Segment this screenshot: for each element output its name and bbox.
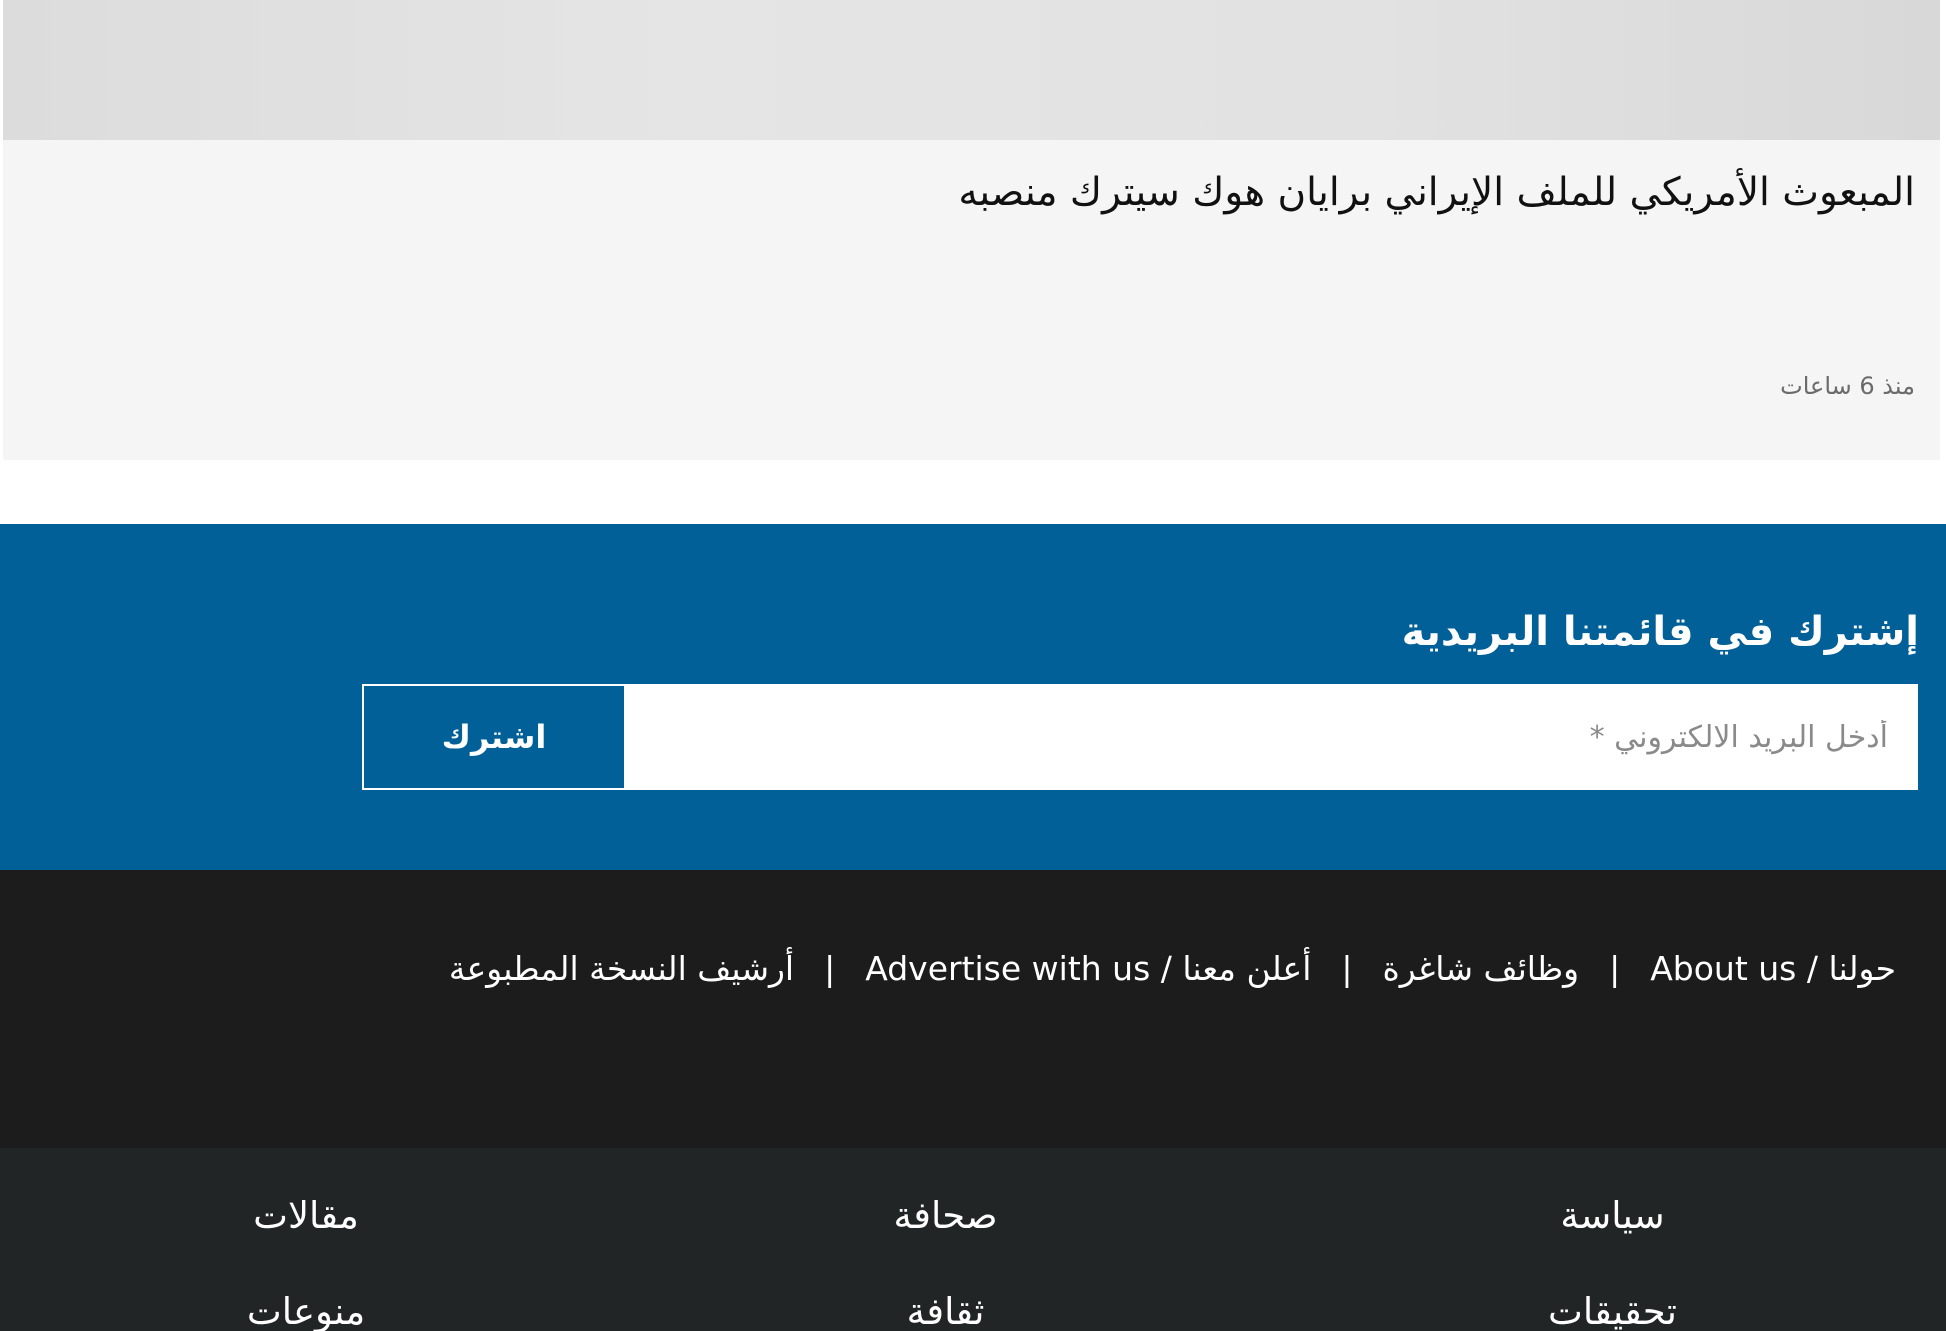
article-title[interactable]: المبعوث الأمريكي للملف الإيراني برايان ه… — [65, 168, 1915, 218]
article-timestamp: منذ 6 ساعات — [1780, 372, 1915, 400]
newsletter-title: إشترك في قائمتنا البريدية — [1401, 609, 1919, 655]
category-miscellaneous[interactable]: منوعات — [0, 1286, 612, 1331]
newsletter-section: إشترك في قائمتنا البريدية اشترك — [0, 524, 1946, 870]
category-culture[interactable]: ثقافة — [612, 1286, 1279, 1331]
category-press[interactable]: صحافة — [612, 1190, 1279, 1242]
footer-separator: | — [824, 949, 836, 988]
email-input[interactable] — [626, 686, 1916, 788]
article-card[interactable]: المبعوث الأمريكي للملف الإيراني برايان ه… — [3, 0, 1940, 460]
footer-links-band: حولنا / About us | وظائف شاغرة | أعلن مع… — [0, 870, 1946, 1148]
category-articles[interactable]: مقالات — [0, 1190, 612, 1242]
category-investigations[interactable]: تحقيقات — [1279, 1286, 1946, 1331]
subscribe-button[interactable]: اشترك — [364, 686, 626, 788]
footer-separator: | — [1341, 949, 1353, 988]
page: المبعوث الأمريكي للملف الإيراني برايان ه… — [0, 0, 1946, 1331]
article-image[interactable] — [3, 0, 1940, 140]
footer-link-print-archive[interactable]: أرشيف النسخة المطبوعة — [449, 945, 794, 993]
categories-grid: سياسة صحافة مقالات تحقيقات ثقافة منوعات — [0, 1190, 1946, 1331]
footer-separator: | — [1609, 949, 1621, 988]
footer-links: حولنا / About us | وظائف شاغرة | أعلن مع… — [449, 945, 1896, 993]
categories-band: سياسة صحافة مقالات تحقيقات ثقافة منوعات — [0, 1148, 1946, 1331]
newsletter-form: اشترك — [362, 684, 1918, 790]
footer-link-jobs[interactable]: وظائف شاغرة — [1383, 945, 1580, 993]
footer-link-about[interactable]: حولنا / About us — [1650, 945, 1896, 993]
category-politics[interactable]: سياسة — [1279, 1190, 1946, 1242]
footer-link-advertise[interactable]: أعلن معنا / Advertise with us — [865, 945, 1311, 993]
